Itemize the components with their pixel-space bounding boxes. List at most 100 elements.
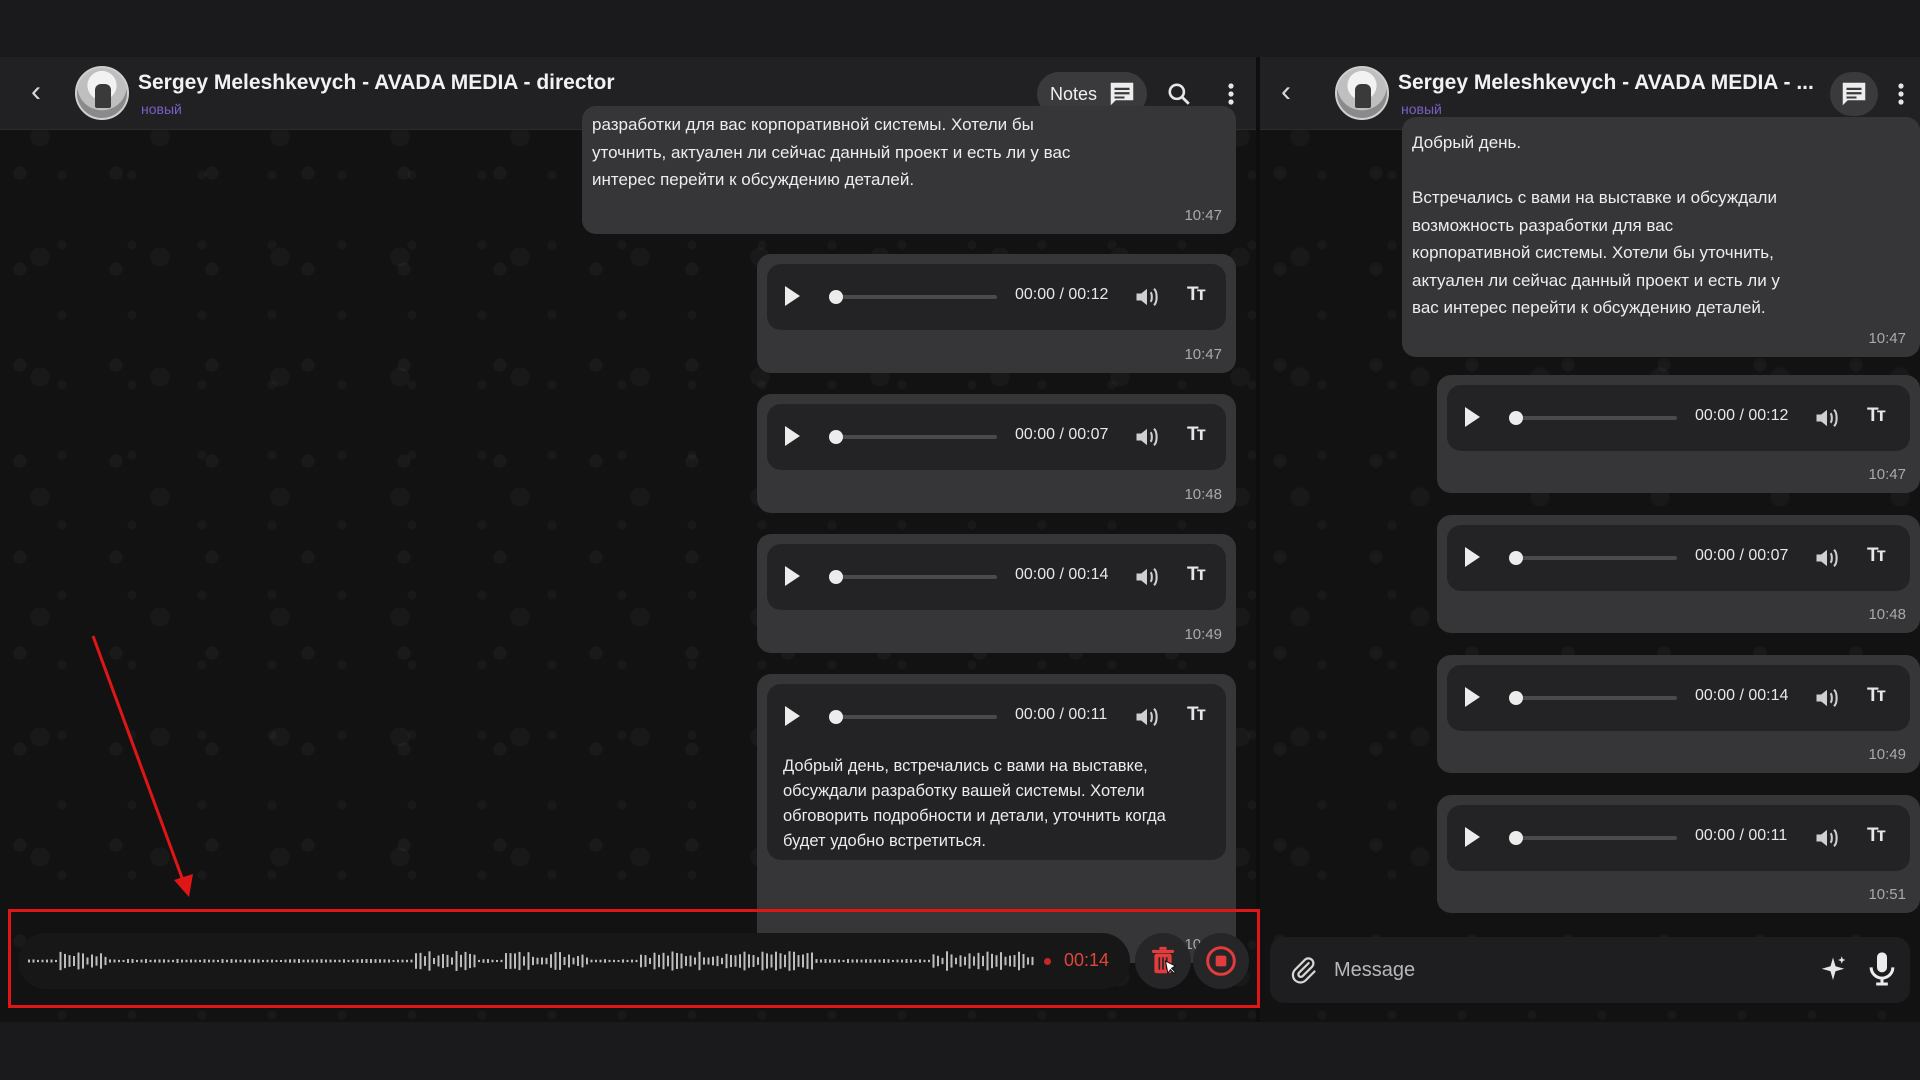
waveform-bar	[923, 959, 926, 963]
audio-seek-bar[interactable]	[1513, 696, 1677, 700]
waveform-bar	[937, 955, 939, 967]
back-icon[interactable]: ‹	[1270, 77, 1302, 109]
waveform-bar	[892, 959, 894, 963]
waveform-bar	[833, 959, 836, 963]
seek-handle[interactable]	[829, 570, 843, 584]
message-time: 10:49	[1184, 626, 1222, 643]
waveform-bar	[887, 959, 890, 963]
message-input[interactable]	[1334, 953, 1794, 987]
waveform-bar	[55, 959, 57, 963]
waveform-bar	[505, 953, 507, 969]
waveform-bar	[883, 959, 885, 963]
waveform-bar	[383, 959, 386, 963]
audio-seek-bar[interactable]	[1513, 836, 1677, 840]
seek-handle[interactable]	[1509, 411, 1523, 425]
volume-icon[interactable]	[1813, 404, 1841, 432]
more-vertical-icon[interactable]	[1216, 79, 1246, 109]
transcribe-icon[interactable]: Tт	[1867, 825, 1886, 847]
volume-icon[interactable]	[1133, 423, 1161, 451]
waveform-bar	[959, 955, 962, 967]
waveform-bar	[32, 959, 35, 963]
stop-record-icon	[1206, 946, 1236, 976]
waveform-bar	[100, 953, 102, 969]
seek-handle[interactable]	[1509, 691, 1523, 705]
back-icon[interactable]: ‹	[20, 77, 52, 109]
waveform-bar	[986, 951, 989, 971]
audio-seek-bar[interactable]	[833, 295, 997, 299]
waveform-bar	[896, 959, 899, 963]
avatar[interactable]	[1335, 66, 1389, 120]
audio-player: 00:00 / 00:14 Tт	[767, 544, 1226, 610]
waveform-bar	[329, 959, 332, 963]
voice-message-bubble: 00:00 / 00:14 Tт 10:49	[1437, 655, 1920, 773]
waveform-bar	[275, 959, 278, 963]
waveform-bar	[356, 959, 359, 963]
transcribe-icon[interactable]: Tт	[1187, 704, 1206, 726]
message-time: 10:47	[1868, 330, 1906, 347]
transcribe-icon[interactable]: Tт	[1867, 545, 1886, 567]
play-icon[interactable]	[1465, 547, 1480, 567]
search-icon[interactable]	[1164, 79, 1194, 109]
volume-icon[interactable]	[1133, 703, 1161, 731]
audio-seek-bar[interactable]	[1513, 556, 1677, 560]
seek-handle[interactable]	[829, 710, 843, 724]
mic-icon[interactable]	[1862, 949, 1902, 989]
play-icon[interactable]	[1465, 687, 1480, 707]
audio-time: 00:00 / 00:14	[1695, 687, 1789, 704]
seek-handle[interactable]	[829, 430, 843, 444]
seek-handle[interactable]	[1509, 831, 1523, 845]
waveform-bar	[1018, 951, 1020, 971]
play-icon[interactable]	[785, 426, 800, 446]
waveform-bar	[730, 954, 732, 968]
audio-seek-bar[interactable]	[833, 575, 997, 579]
avatar[interactable]	[75, 66, 129, 120]
seek-handle[interactable]	[829, 290, 843, 304]
transcribe-icon[interactable]: Tт	[1867, 685, 1886, 707]
contact-name[interactable]: Sergey Meleshkevych - AVADA MEDIA - dire…	[138, 71, 615, 95]
transcribe-icon[interactable]: Tт	[1187, 424, 1206, 446]
play-icon[interactable]	[785, 286, 800, 306]
waveform-bar	[163, 959, 165, 963]
waveform-bar	[104, 956, 107, 966]
waveform-bar	[793, 951, 795, 971]
audio-seek-bar[interactable]	[1513, 416, 1677, 420]
right-chat-pane: ‹ Sergey Meleshkevych - AVADA MEDIA - ..…	[1260, 57, 1920, 1022]
stop-recording-button[interactable]	[1193, 933, 1249, 989]
volume-icon[interactable]	[1133, 563, 1161, 591]
waveform-bar	[428, 951, 431, 971]
play-icon[interactable]	[785, 706, 800, 726]
play-icon[interactable]	[1465, 827, 1480, 847]
audio-seek-bar[interactable]	[833, 715, 997, 719]
notes-button[interactable]	[1830, 72, 1878, 116]
audio-seek-bar[interactable]	[833, 435, 997, 439]
waveform-bar	[500, 959, 503, 963]
waveform-bar	[230, 959, 233, 963]
message-time: 10:49	[1868, 746, 1906, 763]
waveform-bar	[716, 955, 719, 967]
play-icon[interactable]	[1465, 407, 1480, 427]
waveform-bar	[932, 954, 935, 968]
attach-icon[interactable]	[1288, 953, 1318, 987]
transcribe-icon[interactable]: Tт	[1187, 284, 1206, 306]
seek-handle[interactable]	[1509, 551, 1523, 565]
waveform-bar	[338, 959, 341, 963]
contact-name[interactable]: Sergey Meleshkevych - AVADA MEDIA - ...	[1398, 71, 1814, 95]
transcribe-icon[interactable]: Tт	[1187, 564, 1206, 586]
waveform-bar	[991, 953, 993, 969]
transcribe-icon[interactable]: Tт	[1867, 405, 1886, 427]
volume-icon[interactable]	[1813, 544, 1841, 572]
waveform-bar	[1004, 956, 1007, 966]
volume-icon[interactable]	[1813, 684, 1841, 712]
more-vertical-icon[interactable]	[1886, 79, 1916, 109]
waveform-bar	[977, 952, 980, 970]
discard-recording-button[interactable]	[1135, 933, 1191, 989]
volume-icon[interactable]	[1813, 824, 1841, 852]
sparkle-icon[interactable]	[1818, 955, 1848, 985]
waveform-bar	[424, 956, 426, 966]
waveform-bar	[545, 957, 548, 965]
waveform-bar	[257, 959, 260, 963]
play-icon[interactable]	[785, 566, 800, 586]
volume-icon[interactable]	[1133, 283, 1161, 311]
waveform-bar	[397, 959, 399, 963]
waveform-bar	[536, 957, 539, 965]
